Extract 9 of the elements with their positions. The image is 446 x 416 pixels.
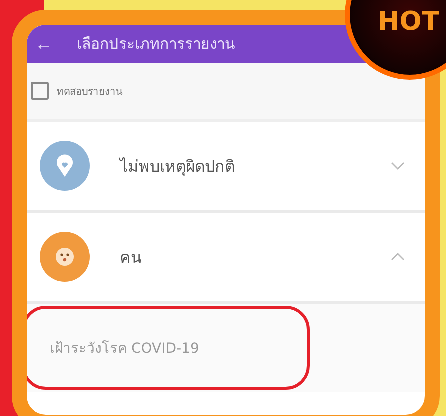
subcategory-label: เฝ้าระวังโรค COVID-19 — [50, 340, 200, 359]
checkbox-label: ทดสอบรายงาน — [57, 86, 123, 98]
back-button[interactable]: ← — [31, 34, 57, 54]
category-label: คน — [120, 246, 143, 268]
chevron-up-icon — [391, 253, 405, 261]
chevron-down-icon — [391, 162, 405, 170]
category-label: ไม่พบเหตุผิดปกติ — [120, 156, 236, 178]
checkbox[interactable] — [31, 82, 49, 100]
screen-title: เลือกประเภทการรายงาน — [77, 34, 235, 55]
